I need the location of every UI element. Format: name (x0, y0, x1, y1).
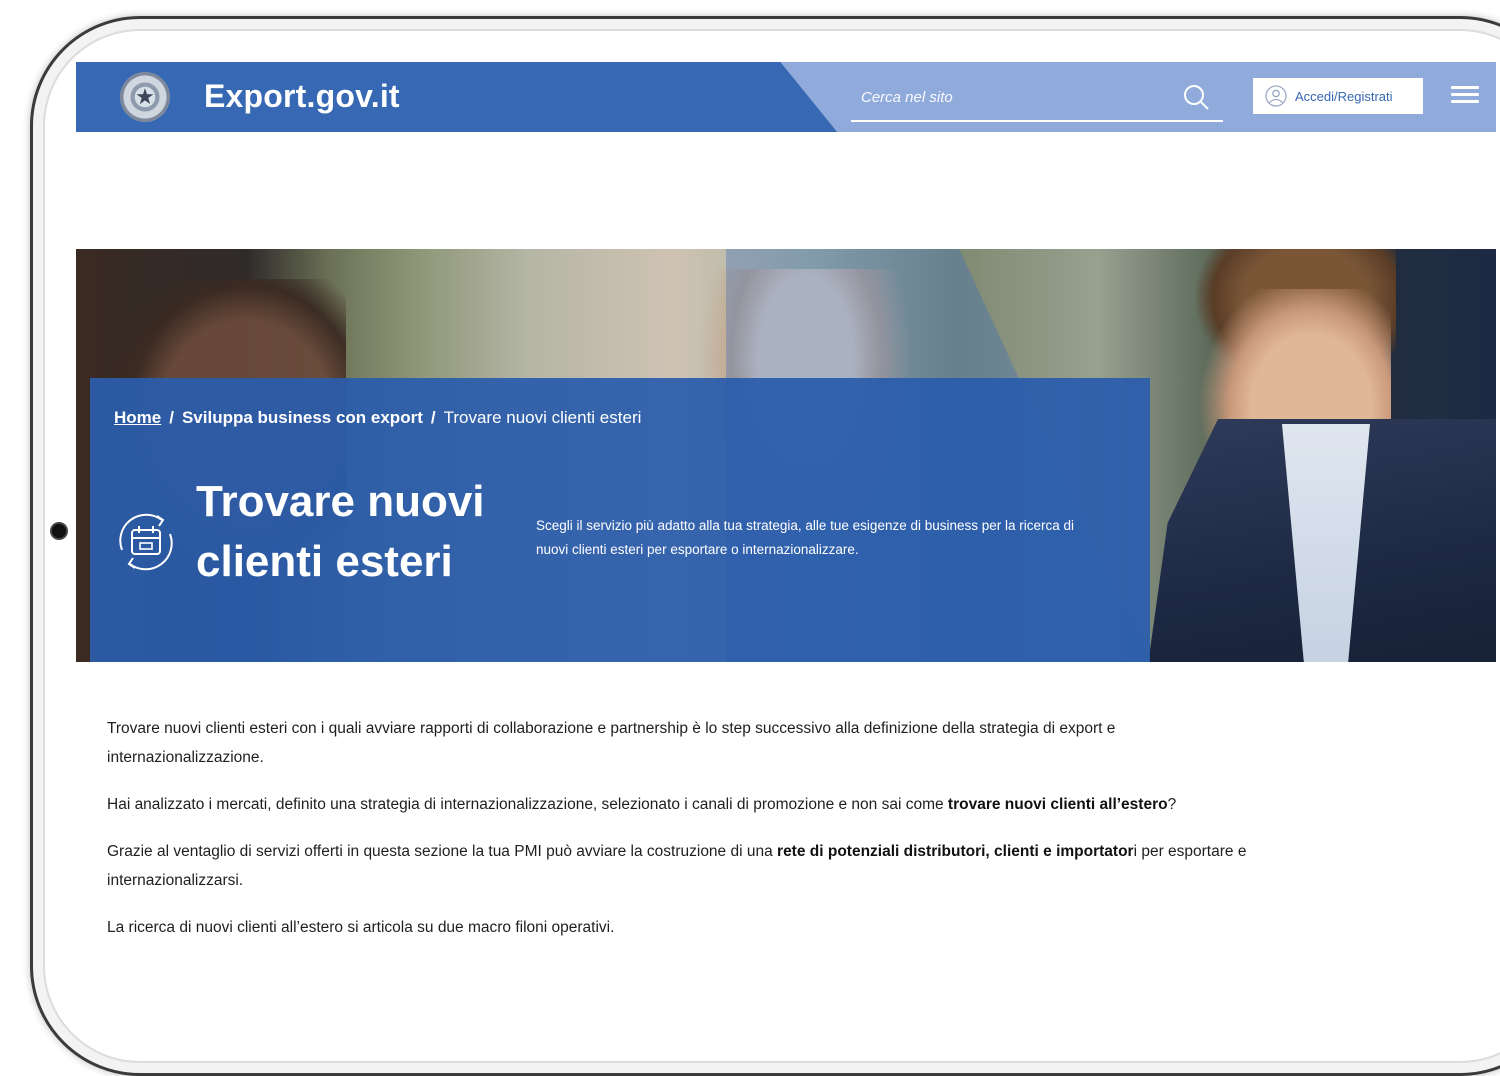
search-bar (851, 74, 1223, 122)
emblem-star-icon: ★ (135, 84, 155, 109)
site-title[interactable]: Export.gov.it (204, 76, 400, 116)
page-title: Trovare nuovi clienti esteri (196, 477, 485, 586)
hero-banner: Home / Sviluppa business con export / Trovar… (76, 249, 1496, 662)
hero-description: Scegli il servizio più adatto alla tua s… (536, 518, 1075, 557)
hero-blue-panel: Home / Sviluppa business con export / Trovar… (90, 378, 1150, 662)
search-input[interactable] (859, 82, 1163, 112)
search-icon[interactable] (1181, 82, 1211, 112)
calendar-refresh-icon (119, 513, 173, 571)
breadcrumb-separator: / (430, 408, 436, 427)
login-register-button[interactable]: Accedi/Registrati (1253, 78, 1423, 114)
intro-paragraph-1: Trovare nuovi clienti esteri con i quali… (107, 720, 1116, 766)
intro-content: Trovare nuovi clienti esteri con i quali… (107, 714, 1257, 960)
camera-dot (52, 524, 66, 538)
breadcrumb: Home / Sviluppa business con export / Trovar… (114, 406, 641, 430)
intro-paragraph-4: La ricerca di nuovi clienti all’estero s… (107, 919, 615, 936)
intro-paragraph-3: Grazie al ventaglio di servizi offerti i… (107, 837, 1257, 895)
hamburger-menu-icon[interactable] (1451, 86, 1479, 108)
paragraph-bold-text: rete di potenziali distributori, clienti… (777, 843, 1134, 860)
breadcrumb-current: Trovare nuovi clienti esteri (443, 408, 642, 427)
browser-screen: ★ Export.gov.it Accedi/Registrati (76, 62, 1496, 1002)
breadcrumb-section-link[interactable]: Sviluppa business con export (182, 408, 423, 427)
breadcrumb-separator: / (169, 408, 174, 427)
intro-paragraph-2: Hai analizzato i mercati, definito una s… (107, 790, 1257, 819)
breadcrumb-home-link[interactable]: Home (114, 408, 161, 427)
login-register-label: Accedi/Registrati (1295, 88, 1393, 104)
user-icon (1265, 85, 1287, 107)
paragraph-bold-text: trovare nuovi clienti all’estero (947, 796, 1168, 813)
paragraph-text: Hai analizzato i mercati, definito una s… (107, 796, 948, 813)
paragraph-text: Grazie al ventaglio di servizi offerti i… (107, 843, 778, 860)
paragraph-text: ? (1167, 796, 1177, 813)
site-header: ★ Export.gov.it Accedi/Registrati (76, 62, 1496, 132)
